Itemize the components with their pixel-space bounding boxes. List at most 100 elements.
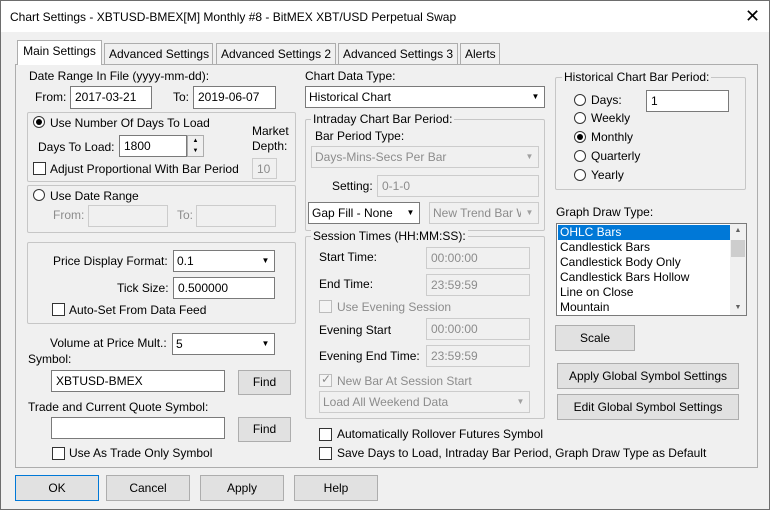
list-item[interactable]: Candlestick Body Only (558, 255, 732, 270)
list-item[interactable]: Mountain (558, 300, 732, 315)
volume-mult-label: Volume at Price Mult.: (50, 336, 167, 350)
bar-period-type-select[interactable]: Days-Mins-Secs Per Bar ▼ (311, 146, 539, 168)
chevron-down-icon: ▼ (527, 87, 544, 107)
apply-global-symbol-settings-button[interactable]: Apply Global Symbol Settings (557, 363, 739, 389)
range-from-field[interactable] (88, 205, 168, 227)
list-item[interactable]: Candlestick Bars Hollow (558, 270, 732, 285)
chevron-down-icon: ▼ (521, 147, 538, 167)
from-date-field[interactable]: 2017-03-21 (70, 86, 152, 109)
market-depth-field[interactable]: 10 (252, 158, 277, 179)
stepper-up-icon[interactable]: ▲ (188, 136, 203, 146)
edit-global-symbol-settings-button[interactable]: Edit Global Symbol Settings (557, 394, 739, 420)
tab-advanced-settings[interactable]: Advanced Settings (104, 43, 213, 64)
historical-bar-period-label: Historical Chart Bar Period: (562, 70, 712, 84)
to-date-field[interactable]: 2019-06-07 (193, 86, 276, 109)
period-weekly-radio[interactable] (574, 112, 586, 124)
scroll-down-icon[interactable]: ▼ (730, 301, 746, 315)
use-evening-session-checkbox[interactable] (319, 300, 332, 313)
close-icon[interactable]: ✕ (737, 3, 768, 30)
end-time-field[interactable]: 23:59:59 (426, 274, 530, 296)
session-times-label: Session Times (HH:MM:SS): (311, 229, 468, 243)
to-label: To: (173, 90, 190, 104)
tab-main-settings[interactable]: Main Settings (17, 40, 102, 65)
auto-set-checkbox[interactable] (52, 303, 65, 316)
gap-fill-select[interactable]: Gap Fill - None ▼ (308, 202, 420, 224)
bar-period-type-value: Days-Mins-Secs Per Bar (315, 150, 447, 164)
cancel-button[interactable]: Cancel (106, 475, 190, 501)
end-time-label: End Time: (319, 277, 374, 291)
tab-advanced-settings-2[interactable]: Advanced Settings 2 (216, 43, 336, 64)
symbol-field[interactable]: XBTUSD-BMEX (51, 370, 225, 392)
ok-button[interactable]: OK (15, 475, 99, 501)
period-days-radio[interactable] (574, 94, 586, 106)
chart-data-type-label: Chart Data Type: (305, 69, 396, 83)
period-quarterly-radio[interactable] (574, 150, 586, 162)
chart-data-type-select[interactable]: Historical Chart ▼ (305, 86, 545, 108)
list-item[interactable]: Line on Close (558, 285, 732, 300)
days-to-load-label: Days To Load: (38, 140, 115, 154)
chevron-down-icon: ▼ (257, 334, 274, 354)
use-days-label: Use Number Of Days To Load (50, 116, 210, 130)
setting-field[interactable]: 0-1-0 (377, 175, 539, 197)
evening-start-label: Evening Start (319, 323, 392, 337)
range-from-label: From: (53, 208, 85, 222)
weekend-data-value: Load All Weekend Data (323, 395, 449, 409)
evening-start-field[interactable]: 00:00:00 (426, 318, 530, 340)
range-to-label: To: (177, 208, 194, 222)
use-evening-session-label: Use Evening Session (337, 300, 452, 314)
start-time-field[interactable]: 00:00:00 (426, 247, 530, 269)
graph-draw-scrollbar[interactable]: ▲ ▼ (730, 224, 746, 315)
stepper-down-icon[interactable]: ▼ (188, 146, 203, 156)
trade-symbol-label: Trade and Current Quote Symbol: (28, 400, 209, 414)
range-to-field[interactable] (196, 205, 276, 227)
window-title: Chart Settings - XBTUSD-BMEX[M] Monthly … (10, 10, 457, 24)
period-days-field[interactable]: 1 (646, 90, 729, 112)
scale-button[interactable]: Scale (555, 325, 635, 351)
use-date-range-label: Use Date Range (50, 189, 139, 203)
trade-only-checkbox[interactable] (52, 447, 65, 460)
volume-mult-select[interactable]: 5 ▼ (172, 333, 275, 355)
price-format-select[interactable]: 0.1 ▼ (173, 250, 275, 272)
trade-only-label: Use As Trade Only Symbol (69, 446, 213, 460)
list-item[interactable]: OHLC Bars (558, 225, 732, 240)
tab-alerts[interactable]: Alerts (460, 43, 500, 64)
date-range-in-file-label: Date Range In File (yyyy-mm-dd): (29, 69, 210, 83)
period-weekly-label: Weekly (591, 111, 631, 125)
days-to-load-field[interactable]: 1800 (119, 135, 187, 157)
use-date-range-radio[interactable] (33, 189, 45, 201)
intraday-bar-period-label: Intraday Chart Bar Period: (311, 112, 455, 126)
new-bar-at-session-start-label: New Bar At Session Start (337, 374, 472, 388)
scroll-up-icon[interactable]: ▲ (730, 224, 746, 238)
chart-settings-dialog: Chart Settings - XBTUSD-BMEX[M] Monthly … (0, 0, 770, 510)
days-to-load-stepper[interactable]: ▲ ▼ (187, 135, 204, 157)
period-monthly-radio[interactable] (574, 131, 586, 143)
evening-end-field[interactable]: 23:59:59 (426, 345, 530, 367)
use-days-radio[interactable] (33, 116, 45, 128)
adjust-proportional-checkbox[interactable] (33, 162, 46, 175)
save-as-default-checkbox[interactable] (319, 447, 332, 460)
period-yearly-label: Yearly (591, 168, 624, 182)
weekend-data-select[interactable]: Load All Weekend Data ▼ (319, 391, 530, 413)
chevron-down-icon: ▼ (402, 203, 419, 223)
new-bar-at-session-start-checkbox[interactable] (319, 372, 332, 387)
trade-symbol-field[interactable] (51, 417, 225, 439)
chevron-down-icon: ▼ (521, 203, 538, 223)
scroll-thumb[interactable] (731, 240, 745, 257)
from-label: From: (35, 90, 67, 104)
tick-size-label: Tick Size: (117, 281, 169, 295)
graph-draw-type-list[interactable]: OHLC Bars Candlestick Bars Candlestick B… (556, 223, 747, 316)
period-yearly-radio[interactable] (574, 169, 586, 181)
tab-advanced-settings-3[interactable]: Advanced Settings 3 (338, 43, 458, 64)
apply-button[interactable]: Apply (200, 475, 284, 501)
adjust-proportional-label: Adjust Proportional With Bar Period (50, 162, 239, 176)
new-trend-bar-select[interactable]: New Trend Bar W ▼ (429, 202, 539, 224)
evening-end-label: Evening End Time: (319, 349, 420, 363)
help-button[interactable]: Help (294, 475, 378, 501)
list-item[interactable]: Candlestick Bars (558, 240, 732, 255)
find-symbol-button[interactable]: Find (238, 370, 291, 395)
chart-data-type-value: Historical Chart (309, 90, 392, 104)
tick-size-field[interactable]: 0.500000 (173, 277, 275, 299)
rollover-futures-checkbox[interactable] (319, 428, 332, 441)
find-trade-symbol-button[interactable]: Find (238, 417, 291, 442)
title-bar: Chart Settings - XBTUSD-BMEX[M] Monthly … (1, 1, 769, 32)
